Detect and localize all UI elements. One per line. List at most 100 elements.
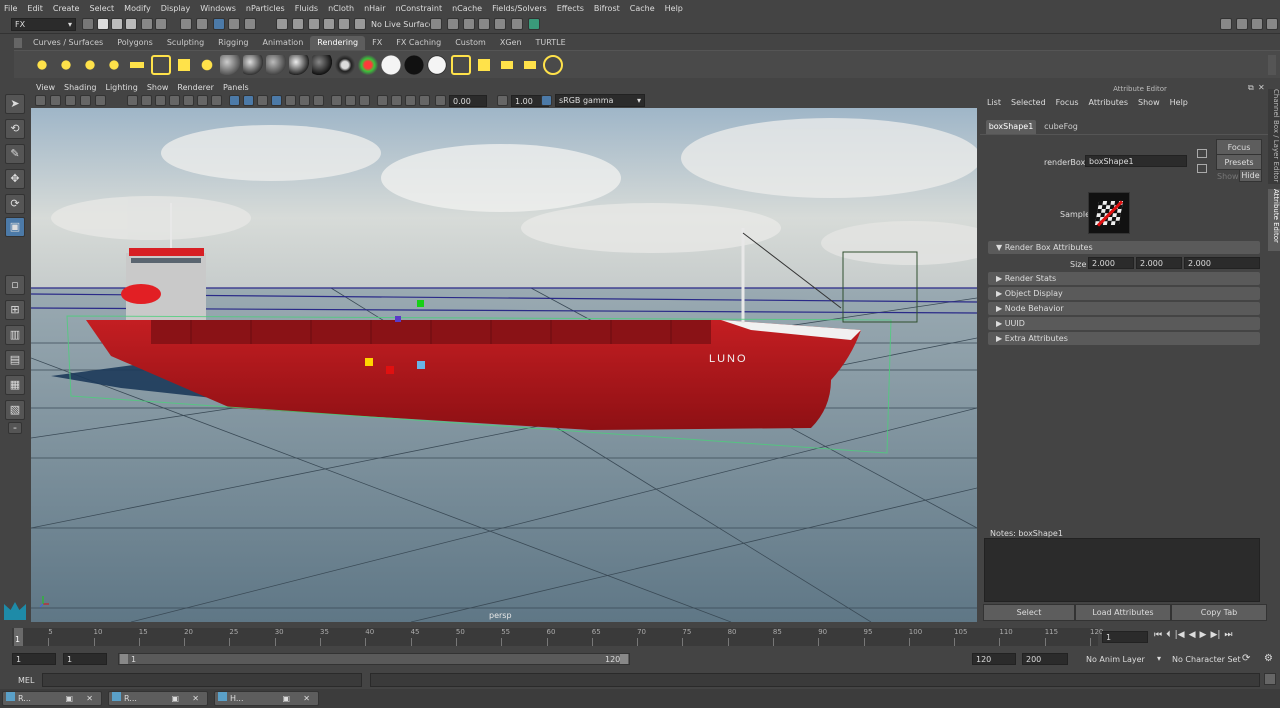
safe-action-icon[interactable] [197, 95, 208, 106]
shelf-tab-xgen[interactable]: XGen [493, 36, 529, 50]
render-frame-icon[interactable] [447, 18, 459, 30]
menu-nconstraint[interactable]: nConstraint [396, 4, 443, 13]
anti-alias-icon[interactable] [345, 95, 356, 106]
layered-shader-icon[interactable] [427, 55, 447, 75]
restore-icon[interactable]: ▣ [282, 692, 290, 706]
section-uuid[interactable]: ▶ UUID [988, 317, 1260, 330]
ipr-render-shelf-icon[interactable] [474, 55, 494, 75]
layout-four-icon[interactable]: ⊞ [5, 300, 25, 320]
area-light-icon[interactable] [127, 55, 147, 75]
xray-icon[interactable] [391, 95, 402, 106]
menu-set-dropdown[interactable]: FX ▾ [11, 18, 76, 31]
step-back-key-icon[interactable]: ⏴ [1166, 630, 1171, 640]
lasso-tool-icon[interactable]: ⟲ [5, 119, 25, 139]
minimized-window-2[interactable]: R... ▣ ✕ [108, 691, 208, 706]
bifrost-icon[interactable] [528, 18, 540, 30]
volume-light-icon[interactable] [151, 55, 171, 75]
snap-grid-icon[interactable] [276, 18, 288, 30]
safe-title-icon[interactable] [211, 95, 222, 106]
close-icon[interactable]: ✕ [1258, 83, 1265, 92]
script-editor-icon[interactable] [1264, 673, 1276, 685]
layout-single-icon[interactable]: ▫ [5, 275, 25, 295]
preferences-icon[interactable]: ⚙ [1264, 653, 1273, 664]
snap-surface-icon[interactable] [338, 18, 350, 30]
manipulator-center-handle[interactable] [395, 316, 401, 322]
xray-joints-icon[interactable] [405, 95, 416, 106]
menu-fields-solvers[interactable]: Fields/Solvers [492, 4, 547, 13]
image-plane-icon[interactable] [95, 95, 106, 106]
phong-sphere-icon[interactable] [289, 55, 309, 75]
select-button[interactable]: Select [983, 604, 1075, 621]
shelf-scroll[interactable] [1268, 55, 1276, 75]
menu-help[interactable]: Help [665, 4, 683, 13]
layout-graph-icon[interactable]: ▦ [5, 375, 25, 395]
blinn-sphere-icon[interactable] [243, 55, 263, 75]
hair-shader-icon[interactable] [358, 55, 378, 75]
exposure-field[interactable]: 0.00 [449, 95, 487, 107]
render-view-icon[interactable] [511, 18, 523, 30]
show-button[interactable]: Show [1217, 172, 1239, 181]
layout-side-icon[interactable]: ▥ [5, 325, 25, 345]
step-forward-frame-icon[interactable]: ▶| [1210, 630, 1220, 640]
shelf-tab-fx-caching[interactable]: FX Caching [389, 36, 448, 50]
shelf-tab-rigging[interactable]: Rigging [211, 36, 255, 50]
history-icon[interactable] [430, 18, 442, 30]
depth-of-field-icon[interactable] [359, 95, 370, 106]
render-settings-icon[interactable] [478, 18, 490, 30]
lock-camera-icon[interactable] [50, 95, 61, 106]
end-time-field[interactable]: 200 [1022, 653, 1068, 665]
minimized-window-3[interactable]: H... ▣ ✕ [214, 691, 319, 706]
perspective-viewport[interactable]: LUNO persp [31, 108, 977, 622]
film-gate-icon[interactable] [141, 95, 152, 106]
range-slider[interactable] [118, 653, 630, 665]
menu-display[interactable]: Display [161, 4, 191, 13]
sample-swatch-icon[interactable] [1088, 192, 1130, 234]
menu-fluids[interactable]: Fluids [295, 4, 318, 13]
shadows-icon[interactable] [299, 95, 310, 106]
playback-end-field[interactable]: 120 [972, 653, 1016, 665]
anisotropic-sphere-icon[interactable] [220, 55, 240, 75]
snap-view-icon[interactable] [323, 18, 335, 30]
viewport-menu-renderer[interactable]: Renderer [177, 83, 214, 92]
menu-bifrost[interactable]: Bifrost [594, 4, 620, 13]
camera-aim-icon[interactable] [197, 55, 217, 75]
open-scene-icon[interactable] [111, 18, 123, 30]
select-hierarchy-icon[interactable] [180, 18, 192, 30]
layout-custom-icon[interactable]: ▧ [5, 400, 25, 420]
menu-nparticles[interactable]: nParticles [246, 4, 285, 13]
field-chart-icon[interactable] [183, 95, 194, 106]
start-time-field[interactable]: 1 [12, 653, 56, 665]
color-management-icon[interactable] [541, 95, 552, 106]
ipr-render-icon[interactable] [463, 18, 475, 30]
ramp-shader-icon[interactable] [335, 55, 355, 75]
ae-menu-list[interactable]: List [987, 98, 1001, 107]
select-component-icon[interactable] [213, 18, 225, 30]
shelf-tab-custom[interactable]: Custom [448, 36, 493, 50]
size-z-field[interactable]: 2.000 [1184, 257, 1260, 269]
close-icon[interactable]: ✕ [192, 692, 199, 706]
float-icon[interactable]: ⧉ [1248, 83, 1254, 93]
layout-outliner-icon[interactable]: ▤ [5, 350, 25, 370]
pick-mask-icon[interactable] [228, 18, 240, 30]
select-camera-icon[interactable] [35, 95, 46, 106]
exposure-icon[interactable] [435, 95, 446, 106]
manipulator-z-handle[interactable] [417, 361, 425, 369]
ae-menu-show[interactable]: Show [1138, 98, 1160, 107]
range-end-handle[interactable] [620, 654, 628, 664]
shelf-tab-rendering[interactable]: Rendering [310, 36, 366, 50]
textured-icon[interactable] [271, 95, 282, 106]
undo-icon[interactable] [141, 18, 153, 30]
mel-label[interactable]: MEL [18, 676, 34, 685]
shelf-tab-curves-surfaces[interactable]: Curves / Surfaces [26, 36, 110, 50]
current-frame-field[interactable]: 1 [1102, 631, 1148, 643]
viewport-menu-view[interactable]: View [36, 83, 55, 92]
menu-create[interactable]: Create [53, 4, 80, 13]
shelf-tab-polygons[interactable]: Polygons [110, 36, 160, 50]
character-set-dropdown[interactable]: No Character Set [1172, 655, 1241, 664]
lock-selection-icon[interactable] [244, 18, 256, 30]
copy-tab-button[interactable]: Copy Tab [1171, 604, 1267, 621]
menu-ncloth[interactable]: nCloth [328, 4, 354, 13]
grid-toggle-icon[interactable] [127, 95, 138, 106]
use-lights-icon[interactable] [285, 95, 296, 106]
gate-mask-icon[interactable] [169, 95, 180, 106]
